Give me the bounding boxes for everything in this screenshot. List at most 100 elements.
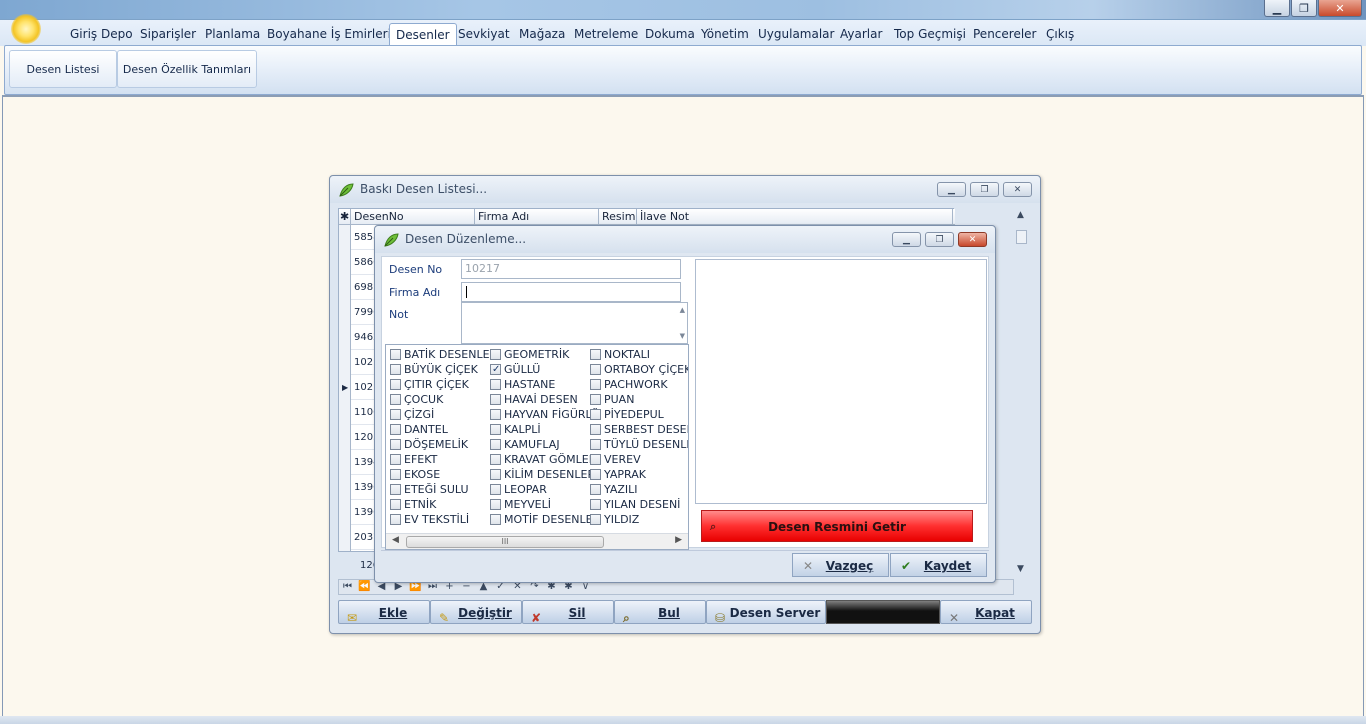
- vazgec-button[interactable]: ✕ Vazgeç: [792, 553, 889, 577]
- category-checkbox[interactable]: PİYEDEPUL: [588, 407, 688, 422]
- category-checkbox[interactable]: MOTİF DESENLER: [488, 512, 600, 527]
- checkbox-unchecked-icon[interactable]: [490, 454, 501, 465]
- category-checkbox[interactable]: NOKTALI: [588, 347, 688, 362]
- tab-giris-depo[interactable]: Giriş Depo: [64, 23, 139, 45]
- category-checkbox[interactable]: SERBEST DESEN: [588, 422, 688, 437]
- app-close-button[interactable]: ✕: [1318, 0, 1362, 17]
- checkbox-unchecked-icon[interactable]: [490, 514, 501, 525]
- tab-yonetim[interactable]: Yönetim: [695, 23, 755, 45]
- checkbox-unchecked-icon[interactable]: [490, 349, 501, 360]
- app-minimize-button[interactable]: ▁: [1264, 0, 1290, 17]
- checkbox-unchecked-icon[interactable]: [490, 424, 501, 435]
- tab-uygulamalar[interactable]: Uygulamalar: [752, 23, 840, 45]
- checkbox-unchecked-icon[interactable]: [390, 439, 401, 450]
- edit-minimize-button[interactable]: ▁: [892, 232, 921, 247]
- col-resim[interactable]: Resim: [599, 209, 637, 225]
- tab-top-gecmisi[interactable]: Top Geçmişi: [888, 23, 972, 45]
- tab-metreleme[interactable]: Metreleme: [568, 23, 644, 45]
- sil-button[interactable]: ✘ Sil: [522, 600, 614, 625]
- checkbox-unchecked-icon[interactable]: [590, 394, 601, 405]
- checkbox-unchecked-icon[interactable]: [390, 514, 401, 525]
- checkbox-unchecked-icon[interactable]: [590, 379, 601, 390]
- category-checkbox[interactable]: PACHWORK: [588, 377, 688, 392]
- hscroll-right-icon[interactable]: ▶: [675, 535, 682, 545]
- checkbox-unchecked-icon[interactable]: [390, 409, 401, 420]
- tab-siparisler[interactable]: Siparişler: [134, 23, 202, 45]
- checkbox-unchecked-icon[interactable]: [490, 484, 501, 495]
- category-checkbox[interactable]: GÜLLÜ: [488, 362, 588, 377]
- checkbox-unchecked-icon[interactable]: [390, 379, 401, 390]
- category-checkbox[interactable]: ÇİZGİ: [388, 407, 488, 422]
- bul-button[interactable]: ⌕ Bul: [614, 600, 706, 625]
- category-checkbox[interactable]: EV TEKSTİLİ: [388, 512, 488, 527]
- col-desenno[interactable]: DesenNo: [351, 209, 475, 225]
- category-checkbox[interactable]: KİLİM DESENLER: [488, 467, 595, 482]
- note-scroll-up-icon[interactable]: ▲: [680, 306, 685, 314]
- checkbox-unchecked-icon[interactable]: [590, 349, 601, 360]
- checkbox-unchecked-icon[interactable]: [590, 424, 601, 435]
- category-checkbox[interactable]: DÖŞEMELİK: [388, 437, 488, 452]
- tab-boyahane-is-emirleri[interactable]: Boyahane İş Emirleri: [261, 23, 397, 45]
- checkbox-unchecked-icon[interactable]: [590, 499, 601, 510]
- scroll-down-icon[interactable]: ▼: [1017, 564, 1024, 574]
- category-checkbox[interactable]: HASTANE: [488, 377, 588, 392]
- edit-close-button[interactable]: ✕: [958, 232, 987, 247]
- checkbox-unchecked-icon[interactable]: [590, 484, 601, 495]
- category-checkbox[interactable]: EKOSE: [388, 467, 488, 482]
- checklist-horizontal-scrollbar[interactable]: ◀ III ▶: [386, 533, 688, 549]
- category-checkbox[interactable]: ÇITIR ÇİÇEK: [388, 377, 488, 392]
- checkbox-unchecked-icon[interactable]: [490, 394, 501, 405]
- checkbox-unchecked-icon[interactable]: [390, 349, 401, 360]
- category-checkbox[interactable]: BATİK DESENLER: [388, 347, 497, 362]
- checkbox-unchecked-icon[interactable]: [390, 454, 401, 465]
- checkbox-unchecked-icon[interactable]: [390, 469, 401, 480]
- tab-ayarlar[interactable]: Ayarlar: [834, 23, 888, 45]
- category-checkbox[interactable]: YILDIZ: [588, 512, 688, 527]
- checkbox-unchecked-icon[interactable]: [590, 514, 601, 525]
- kapat-button[interactable]: ✕ Kapat: [940, 600, 1032, 625]
- category-checkbox[interactable]: KAMUFLAJ: [488, 437, 588, 452]
- edit-maximize-button[interactable]: ❐: [925, 232, 954, 247]
- category-checkbox[interactable]: ÇOCUK: [388, 392, 488, 407]
- category-checkbox[interactable]: BÜYÜK ÇİÇEK: [388, 362, 488, 377]
- category-checkbox[interactable]: PUAN: [588, 392, 688, 407]
- category-checkbox[interactable]: TÜYLÜ DESENLER: [588, 437, 688, 452]
- list-maximize-button[interactable]: ❐: [970, 182, 999, 197]
- desen-server-button[interactable]: ⛁ Desen Server: [706, 600, 826, 625]
- tab-magaza[interactable]: Mağaza: [513, 23, 571, 45]
- degistir-button[interactable]: ✎ Değiştir: [430, 600, 522, 625]
- checkbox-unchecked-icon[interactable]: [490, 439, 501, 450]
- category-checkbox[interactable]: KRAVAT GÖMLEK: [488, 452, 596, 467]
- category-checkbox[interactable]: DANTEL: [388, 422, 488, 437]
- desen-no-field[interactable]: 10217: [461, 259, 681, 279]
- checkbox-unchecked-icon[interactable]: [590, 409, 601, 420]
- checkbox-unchecked-icon[interactable]: [390, 484, 401, 495]
- checkbox-unchecked-icon[interactable]: [390, 499, 401, 510]
- col-firma-adi[interactable]: Firma Adı: [475, 209, 599, 225]
- desen-listesi-button[interactable]: Desen Listesi: [9, 50, 117, 88]
- scroll-up-icon[interactable]: ▲: [1017, 210, 1024, 220]
- tab-planlama[interactable]: Planlama: [199, 23, 266, 45]
- category-checkbox[interactable]: ETNİK: [388, 497, 488, 512]
- ekle-button[interactable]: ✉ Ekle: [338, 600, 430, 625]
- category-checkbox[interactable]: HAYVAN FİGÜRLÜ: [488, 407, 599, 422]
- checkbox-unchecked-icon[interactable]: [490, 379, 501, 390]
- checkbox-unchecked-icon[interactable]: [590, 469, 601, 480]
- category-checkbox[interactable]: EFEKT: [388, 452, 488, 467]
- category-checkbox[interactable]: LEOPAR: [488, 482, 588, 497]
- checkbox-checked-icon[interactable]: [490, 362, 501, 377]
- tab-dokuma[interactable]: Dokuma: [639, 23, 701, 45]
- nav-prev-page-icon[interactable]: ⏪: [356, 580, 373, 594]
- desen-ozellik-tanimlari-button[interactable]: Desen Özellik Tanımları: [117, 50, 257, 88]
- tab-pencereler[interactable]: Pencereler: [967, 23, 1042, 45]
- category-checkbox[interactable]: HAVAİ DESEN: [488, 392, 588, 407]
- nav-first-icon[interactable]: ⏮: [339, 580, 356, 594]
- desen-resmini-getir-button[interactable]: ⌕ Desen Resmini Getir: [701, 510, 973, 542]
- app-menu-orb-icon[interactable]: [11, 14, 41, 44]
- category-checkbox[interactable]: ORTABOY ÇİÇEK: [588, 362, 688, 377]
- grid-vertical-scrollbar[interactable]: ▲ ▼: [1014, 208, 1030, 578]
- list-minimize-button[interactable]: ▁: [937, 182, 966, 197]
- note-scroll-down-icon[interactable]: ▼: [680, 332, 685, 340]
- category-checkbox[interactable]: GEOMETRİK: [488, 347, 588, 362]
- col-ilave-not[interactable]: İlave Not: [637, 209, 953, 225]
